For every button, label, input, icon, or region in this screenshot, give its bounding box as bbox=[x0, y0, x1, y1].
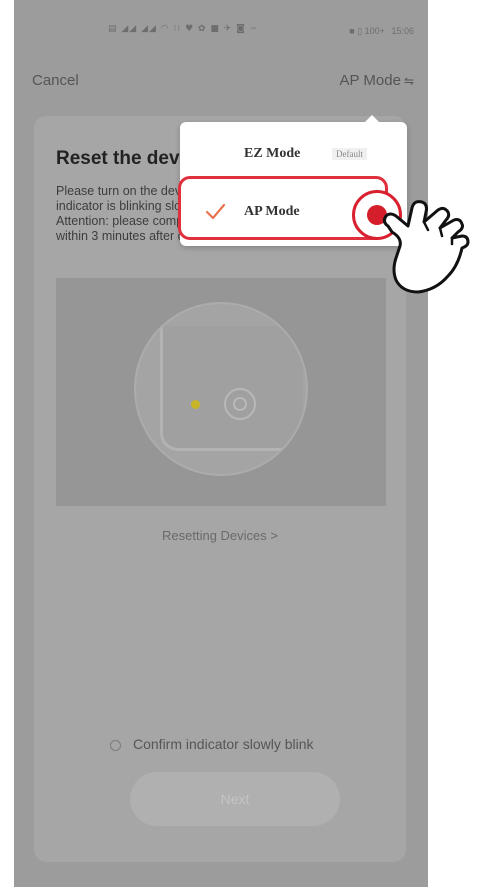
swap-icon: ⇋ bbox=[403, 74, 414, 88]
mode-toggle-label: AP Mode bbox=[339, 72, 401, 89]
device-image bbox=[134, 302, 308, 476]
cancel-button[interactable]: Cancel bbox=[32, 72, 79, 89]
device-body bbox=[160, 326, 303, 451]
status-bar: ▤ ◢◢ ◢◢ ◠ ⁝⁝ ♥ ✿ ■ ✈ ◙ ~ ■ ▯ 100+ 15:06 bbox=[14, 22, 428, 42]
pointing-hand-icon bbox=[382, 200, 470, 294]
status-time: 15:06 bbox=[391, 26, 414, 36]
mode-toggle-button[interactable]: AP Mode ⇋ bbox=[340, 72, 415, 89]
menu-item-label: EZ Mode bbox=[244, 146, 301, 161]
radio-icon[interactable] bbox=[110, 739, 121, 751]
status-icons: ▤ ◢◢ ◢◢ ◠ ⁝⁝ ♥ ✿ ■ ✈ ◙ ~ bbox=[108, 24, 259, 34]
nav-bar: Cancel AP Mode ⇋ bbox=[14, 68, 428, 96]
confirm-label: Confirm indicator slowly blink bbox=[133, 736, 314, 752]
power-button-icon bbox=[224, 388, 256, 420]
confirm-indicator-option[interactable]: Confirm indicator slowly blink bbox=[110, 736, 314, 752]
menu-item-ez-mode[interactable]: EZ Mode Default bbox=[180, 136, 407, 176]
resetting-devices-link[interactable]: Resetting Devices > bbox=[34, 528, 406, 543]
device-illustration bbox=[56, 278, 386, 506]
page-title: Reset the device bbox=[56, 148, 186, 169]
default-badge: Default bbox=[332, 148, 367, 160]
indicator-light-icon bbox=[191, 400, 200, 409]
next-button[interactable]: Next bbox=[130, 772, 340, 826]
status-right: ■ ▯ 100+ 15:06 bbox=[349, 26, 414, 37]
battery-indicator: ■ ▯ 100+ bbox=[349, 26, 385, 36]
